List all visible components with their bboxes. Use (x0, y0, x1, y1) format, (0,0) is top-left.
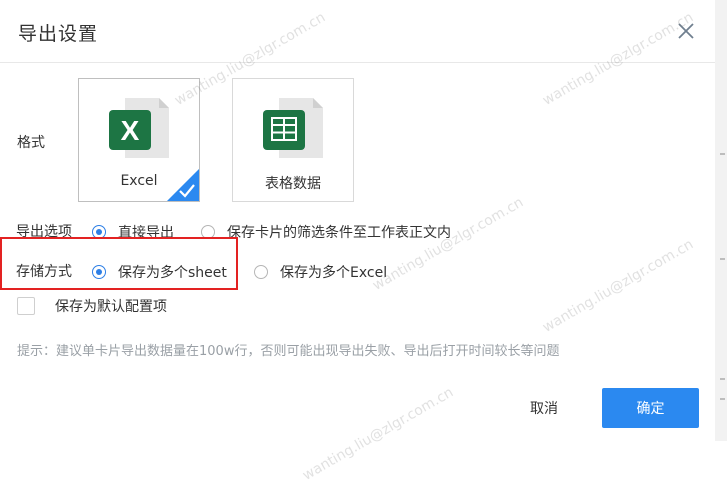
table-data-icon (261, 96, 325, 164)
dialog-title: 导出设置 (18, 23, 99, 45)
default-config-checkbox[interactable] (17, 297, 35, 315)
selected-check-icon (167, 169, 199, 201)
radio-label: 保存为多个sheet (118, 265, 227, 281)
radio-multiple-excel[interactable]: 保存为多个Excel (254, 262, 387, 282)
export-settings-dialog: 导出设置 格式 X Excel 表格数据 导出选项 直接导出 保存卡片的筛选条件… (0, 0, 715, 484)
radio-label: 保存卡片的筛选条件至工作表正文内 (227, 225, 451, 241)
watermark: wanting.liu@zlgr.com.cn (300, 384, 457, 484)
format-option-label: 表格数据 (265, 176, 321, 192)
storage-method-label: 存储方式 (16, 264, 72, 280)
cancel-button[interactable]: 取消 (514, 390, 574, 426)
svg-text:X: X (121, 115, 140, 146)
radio-label: 保存为多个Excel (280, 265, 388, 281)
radio-indicator (254, 265, 268, 279)
format-option-table-data[interactable]: 表格数据 (232, 78, 354, 202)
hint-text: 提示：建议单卡片导出数据量在100w行，否则可能出现导出失败、导出后打开时间较长… (17, 344, 560, 359)
radio-indicator (92, 265, 106, 279)
radio-save-filter-conditions[interactable]: 保存卡片的筛选条件至工作表正文内 (201, 222, 451, 242)
confirm-button[interactable]: 确定 (602, 388, 699, 428)
close-icon[interactable] (673, 18, 699, 44)
default-config-option[interactable]: 保存为默认配置项 (17, 296, 167, 316)
default-config-label: 保存为默认配置项 (55, 299, 167, 315)
page-scrollbar-area (715, 0, 727, 441)
watermark: wanting.liu@zlgr.com.cn (370, 194, 527, 294)
dialog-header: 导出设置 (0, 0, 715, 63)
radio-multiple-sheets[interactable]: 保存为多个sheet (92, 262, 227, 282)
format-label: 格式 (17, 135, 45, 151)
excel-icon: X (107, 96, 171, 164)
format-option-excel[interactable]: X Excel (78, 78, 200, 202)
watermark: wanting.liu@zlgr.com.cn (540, 236, 697, 336)
